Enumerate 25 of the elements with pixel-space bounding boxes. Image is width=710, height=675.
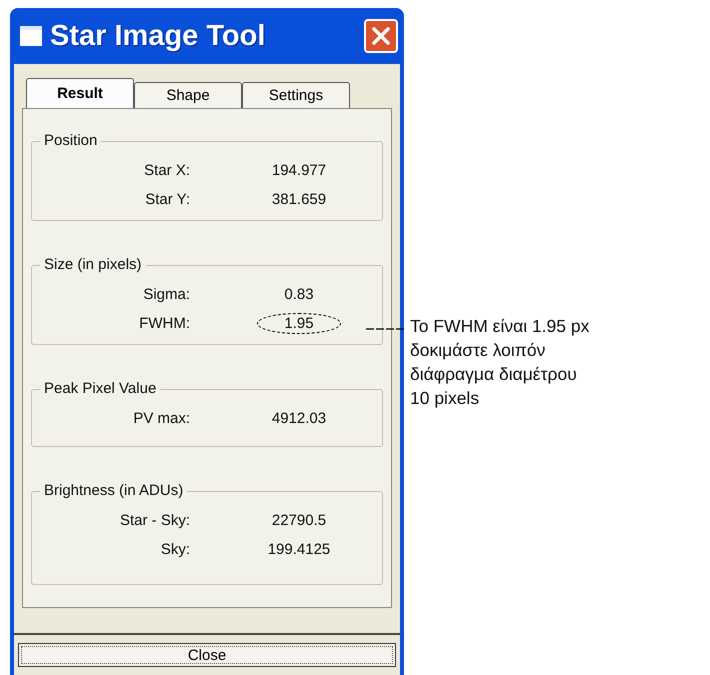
field-label: Star X: — [143, 161, 190, 181]
field-label: Star Y: — [144, 190, 190, 210]
field-value: 4912.03 — [270, 409, 328, 429]
field-value: 381.659 — [270, 190, 328, 210]
field-value: 199.4125 — [266, 540, 332, 560]
circled-value: 1.95 — [257, 313, 341, 334]
window-icon — [20, 26, 42, 46]
close-icon[interactable] — [364, 19, 398, 53]
tab[interactable]: Shape — [134, 82, 242, 108]
annotation-text: Το FWHM είναι 1.95 px δοκιμάστε λοιπόν διάφραγμα διαμέτρου 10 pixels — [410, 315, 590, 410]
field-label: FWHM: — [138, 314, 190, 334]
group-title: Size (in pixels) — [40, 256, 146, 273]
tab[interactable]: Settings — [242, 82, 350, 108]
leader-line — [366, 327, 406, 331]
field-label: Sigma: — [142, 285, 190, 305]
group-title: Brightness (in ADUs) — [40, 482, 188, 499]
close-button[interactable]: Close — [18, 643, 396, 667]
field-value: 0.83 — [283, 285, 315, 305]
field-label: Star - Sky: — [118, 511, 190, 531]
window-title: Star Image Tool — [50, 20, 266, 52]
tab[interactable]: Result — [26, 78, 134, 108]
field-label: PV max: — [132, 409, 190, 429]
field-label: Sky: — [160, 540, 190, 560]
field-value: 22790.5 — [270, 511, 328, 531]
field-value: 194.977 — [270, 161, 328, 181]
